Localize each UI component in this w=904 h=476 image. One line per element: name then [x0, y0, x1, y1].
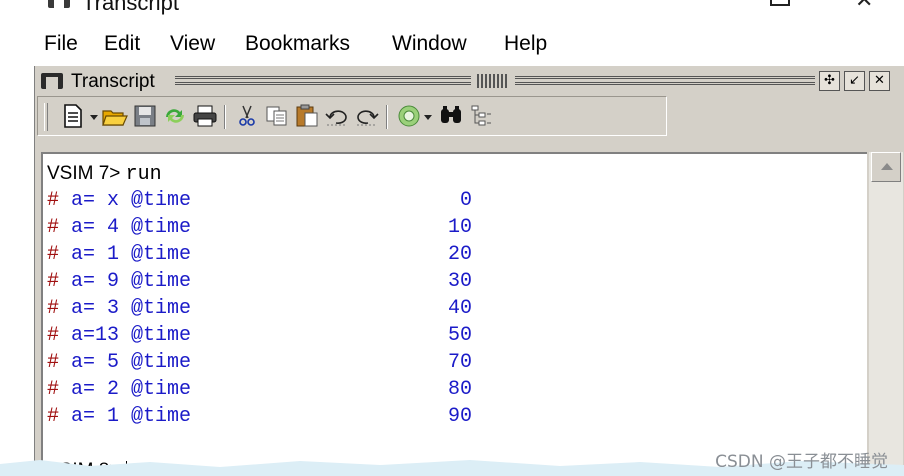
command-text: run [125, 163, 162, 186]
output-prefix: # [47, 297, 60, 320]
structure-icon[interactable] [468, 103, 494, 129]
compile-icon[interactable] [396, 103, 422, 129]
print-icon[interactable] [192, 103, 218, 129]
watermark: CSDN @王子都不睡觉 [715, 452, 888, 472]
menu-edit[interactable]: Edit [104, 32, 140, 56]
undo-icon[interactable] [324, 103, 350, 129]
output-line: # a=13 @time 50 [47, 322, 472, 349]
output-time: 40 [447, 297, 472, 320]
output-text: a= 9 @time [59, 270, 192, 293]
paste-icon[interactable] [294, 103, 320, 129]
output-time: 30 [447, 270, 472, 293]
output-time: 90 [447, 405, 472, 428]
menu-window[interactable]: Window [392, 32, 467, 56]
menu-file[interactable]: File [44, 32, 78, 56]
menu-view[interactable]: View [170, 32, 215, 56]
new-file-icon[interactable] [60, 103, 86, 129]
transcript-toolbar [37, 96, 667, 136]
menu-help[interactable]: Help [504, 32, 547, 56]
vsim-prompt: VSIM 7> [47, 163, 126, 184]
output-prefix: # [47, 378, 60, 401]
dock-toggle-button[interactable]: ✣ [819, 71, 840, 91]
drag-grip-left[interactable] [175, 76, 471, 85]
vertical-scrollbar[interactable] [869, 152, 903, 476]
copy-icon[interactable] [264, 103, 290, 129]
output-line: # a= 1 @time 20 [47, 241, 472, 268]
menu-bar: File Edit View Bookmarks Window Help [0, 26, 904, 62]
output-time: 0 [459, 189, 472, 212]
output-time: 70 [447, 351, 472, 374]
output-text: a= 3 @time [59, 297, 192, 320]
drag-grip-right[interactable] [515, 76, 815, 85]
output-text: a= 2 @time [59, 378, 192, 401]
output-prefix: # [47, 189, 60, 212]
modelsim-window-icon [48, 0, 70, 8]
window-title: Transcript [82, 0, 179, 15]
output-line: # a= 1 @time 90 [47, 403, 472, 430]
output-text: a=13 @time [59, 324, 192, 347]
output-prefix: # [47, 270, 60, 293]
window-title-bar: Transcript ✕ [0, 0, 904, 15]
toolbar-separator [224, 105, 226, 129]
toolbar-handle[interactable] [44, 103, 48, 131]
output-text: a= 1 @time [59, 243, 192, 266]
output-text: a= 5 @time [59, 351, 192, 374]
output-line: # a= 4 @time 10 [47, 214, 472, 241]
menu-bookmarks[interactable]: Bookmarks [245, 32, 350, 56]
undock-button[interactable]: ↙ [844, 71, 865, 91]
panel-header[interactable]: Transcript ✣ ↙ ✕ [37, 68, 901, 94]
toolbar-separator [386, 105, 388, 129]
output-text: a= 1 @time [59, 405, 192, 428]
open-folder-icon[interactable] [102, 103, 128, 129]
output-prefix: # [47, 216, 60, 239]
output-line: # a= 5 @time 70 [47, 349, 472, 376]
output-line: # a= 9 @time 30 [47, 268, 472, 295]
output-prefix: # [47, 243, 60, 266]
output-prefix: # [47, 405, 60, 428]
scroll-up-icon[interactable] [871, 152, 901, 182]
output-time: 80 [447, 378, 472, 401]
output-time: 50 [447, 324, 472, 347]
close-icon[interactable]: ✕ [855, 0, 873, 13]
drag-grip-handle[interactable] [477, 74, 509, 88]
output-time: 10 [447, 216, 472, 239]
maximize-icon[interactable] [770, 0, 790, 6]
output-line: # a= x @time 0 [47, 187, 472, 214]
output-prefix: # [47, 324, 60, 347]
compile-dropdown-icon[interactable] [424, 115, 432, 120]
panel-title: Transcript [71, 71, 155, 92]
find-icon[interactable] [438, 103, 464, 129]
output-line: # a= 2 @time 80 [47, 376, 472, 403]
save-icon[interactable] [132, 103, 158, 129]
output-prefix: # [47, 351, 60, 374]
reload-icon[interactable] [162, 103, 188, 129]
transcript-panel-icon [41, 73, 63, 89]
new-dropdown-icon[interactable] [90, 115, 98, 120]
output-line: # a= 3 @time 40 [47, 295, 472, 322]
command-line: VSIM 7> run [47, 160, 162, 188]
transcript-panel: Transcript ✣ ↙ ✕ VSIM 7> run # a= x @tim… [34, 66, 904, 476]
panel-close-button[interactable]: ✕ [869, 71, 890, 91]
output-text: a= x @time [59, 189, 192, 212]
output-time: 20 [447, 243, 472, 266]
output-text: a= 4 @time [59, 216, 192, 239]
transcript-text-area[interactable]: VSIM 7> run # a= x @time 0 # a= 4 @time 10… [41, 152, 867, 476]
cut-icon[interactable] [234, 103, 260, 129]
redo-icon[interactable] [354, 103, 380, 129]
